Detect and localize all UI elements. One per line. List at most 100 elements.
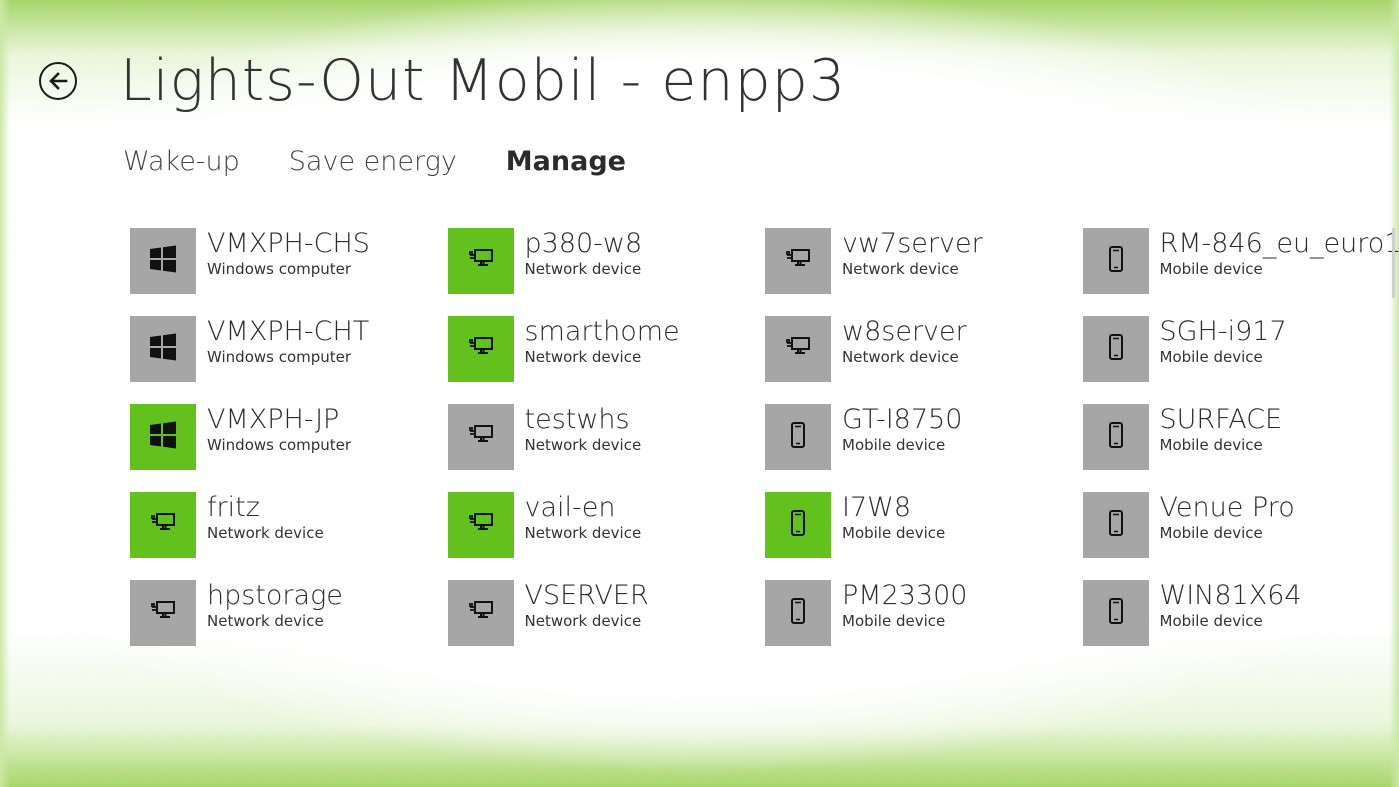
device-status-icon-box (447, 492, 514, 558)
device-name: smarthome (524, 316, 680, 347)
device-tile[interactable]: I7W8 Mobile device (765, 492, 1105, 558)
mobile-phone-icon (790, 421, 806, 453)
device-name: w8server (842, 316, 967, 347)
network-device-icon (468, 335, 494, 363)
device-name: vail-en (524, 492, 616, 523)
device-status-icon-box (765, 316, 831, 382)
network-device-icon (468, 423, 494, 451)
windows-icon (148, 420, 178, 454)
device-tile[interactable]: fritz Network device (130, 492, 470, 558)
page-title: Lights-Out Mobil - enpp3 (120, 48, 847, 114)
device-status-icon-box (765, 228, 831, 294)
network-device-icon (468, 511, 494, 539)
device-type: Mobile device (1159, 524, 1263, 542)
tab-wake-up[interactable]: Wake-up (123, 146, 240, 177)
device-type: Network device (207, 524, 324, 542)
network-device-icon (150, 511, 176, 539)
device-name: WIN81X64 (1159, 580, 1302, 611)
device-status-icon-box (1082, 492, 1149, 558)
device-tile[interactable]: testwhs Network device (447, 404, 788, 470)
device-status-icon-box (765, 404, 831, 470)
device-status-icon-box (130, 492, 196, 558)
network-device-icon (468, 599, 494, 627)
mobile-phone-icon (790, 597, 806, 629)
device-type: Network device (524, 260, 642, 278)
device-tile[interactable]: vail-en Network device (447, 492, 788, 558)
device-tile[interactable]: PM23300 Mobile device (765, 580, 1105, 646)
device-name: hpstorage (207, 580, 343, 611)
horizontal-scroll-indicator[interactable] (1392, 228, 1395, 298)
device-type: Mobile device (1159, 436, 1263, 454)
device-tile[interactable]: SGH-i917 Mobile device (1082, 316, 1399, 382)
device-name: GT-I8750 (842, 404, 963, 435)
device-tile[interactable]: WIN81X64 Mobile device (1082, 580, 1399, 646)
device-tile[interactable]: smarthome Network device (447, 316, 788, 382)
device-name: Venue Pro (1159, 492, 1295, 523)
device-name: fritz (207, 492, 260, 523)
device-type: Network device (524, 436, 642, 454)
mobile-phone-icon (790, 509, 806, 541)
background-edge-right (1389, 0, 1399, 787)
device-type: Network device (842, 260, 959, 278)
device-status-icon-box (130, 316, 196, 382)
device-tile[interactable]: SURFACE Mobile device (1082, 404, 1399, 470)
device-status-icon-box (130, 404, 196, 470)
background-edge-left (0, 0, 10, 787)
device-type: Mobile device (1159, 348, 1263, 366)
device-name: VMXPH-CHS (207, 228, 370, 259)
device-name: RM-846_eu_euro1_2 (1159, 228, 1399, 259)
back-arrow-icon (49, 72, 68, 90)
device-tile[interactable]: w8server Network device (765, 316, 1105, 382)
tab-bar: Wake-up Save energy Manage (123, 146, 626, 177)
device-tile[interactable]: p380-w8 Network device (447, 228, 788, 294)
mobile-phone-icon (1108, 597, 1124, 629)
device-type: Mobile device (842, 612, 946, 630)
device-type: Windows computer (207, 436, 352, 454)
device-name: vw7server (842, 228, 983, 259)
device-type: Network device (842, 348, 959, 366)
network-device-icon (785, 335, 811, 363)
windows-icon (148, 332, 178, 366)
device-name: VMXPH-JP (207, 404, 340, 435)
device-tile[interactable]: RM-846_eu_euro1_2Mobile device (1082, 228, 1399, 294)
device-name: VMXPH-CHT (207, 316, 370, 347)
device-type: Network device (524, 612, 642, 630)
device-status-icon-box (447, 404, 514, 470)
device-type: Windows computer (207, 260, 352, 278)
tab-save-energy[interactable]: Save energy (289, 146, 457, 177)
mobile-phone-icon (1108, 245, 1124, 277)
device-type: Mobile device (842, 524, 946, 542)
device-type: Network device (524, 524, 642, 542)
device-tile[interactable]: VMXPH-CHT Windows computer (130, 316, 470, 382)
device-status-icon-box (1082, 404, 1149, 470)
device-tile[interactable]: VSERVER Network device (447, 580, 788, 646)
device-type: Network device (524, 348, 642, 366)
device-status-icon-box (1082, 228, 1149, 294)
network-device-icon (785, 247, 811, 275)
device-tile[interactable]: GT-I8750 Mobile device (765, 404, 1105, 470)
device-tile[interactable]: vw7server Network device (765, 228, 1105, 294)
device-name: PM23300 (842, 580, 968, 611)
device-type: Mobile device (1159, 612, 1263, 630)
tab-manage[interactable]: Manage (506, 146, 626, 177)
device-status-icon-box (447, 316, 514, 382)
device-name: I7W8 (842, 492, 912, 523)
device-status-icon-box (765, 492, 831, 558)
network-device-icon (468, 247, 494, 275)
device-status-icon-box (130, 580, 196, 646)
network-device-icon (150, 599, 176, 627)
device-tile[interactable]: Venue Pro Mobile device (1082, 492, 1399, 558)
device-tile[interactable]: hpstorage Network device (130, 580, 470, 646)
back-button[interactable] (39, 62, 77, 100)
device-tile[interactable]: VMXPH-JP Windows computer (130, 404, 470, 470)
device-status-icon-box (447, 580, 514, 646)
mobile-phone-icon (1108, 333, 1124, 365)
device-status-icon-box (1082, 580, 1149, 646)
device-tile[interactable]: VMXPH-CHS Windows computer (130, 228, 470, 294)
mobile-phone-icon (1108, 421, 1124, 453)
device-status-icon-box (765, 580, 831, 646)
device-type: Mobile device (842, 436, 946, 454)
device-status-icon-box (447, 228, 514, 294)
device-type: Mobile device (1159, 260, 1263, 278)
device-name: testwhs (524, 404, 630, 435)
